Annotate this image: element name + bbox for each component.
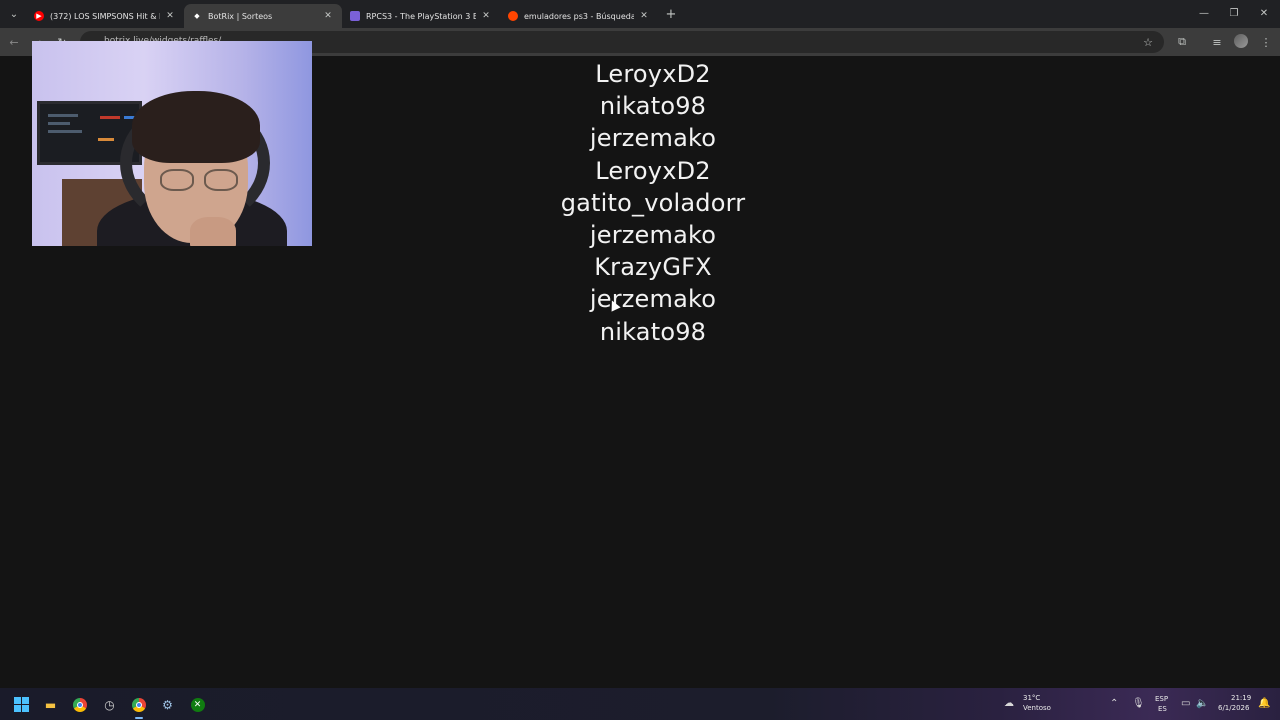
tab-search-button[interactable]: ⌄ (4, 5, 24, 23)
tab-title: BotRix | Sorteos (208, 11, 273, 21)
new-tab-button[interactable]: + (663, 6, 679, 22)
tab-botrix[interactable]: ◆ BotRix | Sorteos ✕ (184, 4, 342, 28)
screen: ⌄ ▶ (372) LOS SIMPSONS Hit & Run ✕ ◆ Bot… (0, 0, 1280, 720)
raffle-entry: jerzemako (589, 220, 717, 249)
tab-youtube[interactable]: ▶ (372) LOS SIMPSONS Hit & Run ✕ (26, 4, 184, 28)
close-icon[interactable]: ✕ (480, 10, 492, 22)
minimize-icon: — (1199, 7, 1209, 19)
tab-title: emuladores ps3 - Búsqueda de (524, 11, 634, 21)
person-hand (190, 217, 236, 246)
back-button[interactable]: ← (6, 34, 22, 50)
close-icon[interactable]: ✕ (164, 10, 176, 22)
media-queue-icon: ≡ (1212, 35, 1222, 49)
raffle-entry: jerzemako (589, 124, 717, 153)
folder-icon: ▬ (44, 697, 57, 712)
star-icon: ☆ (1143, 35, 1153, 49)
glasses-lens-right (204, 169, 238, 191)
weather-icon: ☁ (1004, 698, 1014, 709)
windows-icon (14, 697, 29, 712)
clock-icon: ◷ (104, 697, 115, 712)
tab-rpcs3[interactable]: RPCS3 - The PlayStation 3 Emu ✕ (342, 4, 500, 28)
speaker-icon[interactable]: 🔈 (1196, 698, 1208, 709)
raffle-entry: gatito_voladorr (560, 188, 746, 217)
steam-icon: ⚙ (162, 697, 173, 712)
chrome-icon (131, 697, 146, 712)
microphone-icon[interactable]: 🎙 (1132, 698, 1145, 709)
clock-time[interactable]: 21:19 (1231, 694, 1251, 703)
raffle-entry: nikato98 (599, 317, 707, 346)
clock-date[interactable]: 6/1/2026 (1218, 704, 1249, 713)
close-icon[interactable]: ✕ (322, 10, 334, 22)
chevron-up-icon[interactable]: ⌃ (1110, 698, 1118, 709)
webcam-overlay (32, 41, 312, 246)
notification-bell-icon[interactable]: 🔔 (1258, 698, 1270, 709)
close-window-button[interactable]: ✕ (1252, 4, 1276, 22)
arrow-left-icon: ← (9, 35, 19, 49)
browser-tab-strip: ⌄ ▶ (372) LOS SIMPSONS Hit & Run ✕ ◆ Bot… (0, 0, 1280, 28)
close-icon[interactable]: ✕ (638, 10, 650, 22)
weather-desc[interactable]: Ventoso (1023, 704, 1051, 713)
raffle-entry: KrazyGFX (594, 253, 712, 282)
language-bottom[interactable]: ES (1158, 705, 1167, 714)
plus-icon: + (665, 6, 677, 22)
more-vertical-icon: ⋮ (1260, 35, 1272, 49)
close-icon: ✕ (1259, 7, 1269, 19)
xbox-button[interactable]: ✕ (189, 696, 206, 713)
chrome-taskbar-button[interactable] (71, 696, 88, 713)
botrix-icon: ◆ (194, 12, 200, 20)
raffle-entry: nikato98 (599, 92, 707, 121)
reddit-icon (508, 11, 518, 21)
app-button[interactable]: ◷ (101, 696, 118, 713)
steam-button[interactable]: ⚙ (159, 696, 176, 713)
tab-reddit[interactable]: emuladores ps3 - Búsqueda de ✕ (500, 4, 658, 28)
raffle-entry: LeroyxD2 (595, 156, 711, 185)
start-button[interactable] (13, 696, 30, 713)
chrome-icon (72, 697, 87, 712)
chevron-down-icon: ⌄ (9, 8, 19, 20)
weather-temp[interactable]: 31°C (1023, 694, 1040, 703)
bookmark-button[interactable]: ☆ (1140, 34, 1156, 50)
youtube-icon: ▶ (34, 11, 44, 21)
menu-button[interactable]: ⋮ (1258, 34, 1274, 50)
person-hair (132, 91, 260, 163)
raffle-entry: LeroyxD2 (595, 60, 711, 88)
network-icon[interactable]: ▭ (1181, 698, 1190, 709)
profile-avatar[interactable] (1234, 34, 1248, 48)
glasses-lens-left (160, 169, 194, 191)
chrome-active-button[interactable] (130, 696, 147, 719)
minimize-button[interactable]: — (1192, 4, 1216, 22)
rpcs3-icon (350, 11, 360, 21)
taskbar: ▬ ◷ ⚙ ✕ ☁ 31°C Ventoso ⌃ 🎙 ESP ES ▭ 🔈 21… (0, 688, 1280, 720)
restore-button[interactable]: ❐ (1222, 4, 1246, 22)
tab-title: (372) LOS SIMPSONS Hit & Run (50, 11, 160, 21)
restore-icon: ❐ (1229, 7, 1239, 19)
raffle-entry: jerzemako (589, 285, 717, 314)
puzzle-icon: ⧉ (1178, 35, 1186, 48)
media-control-button[interactable]: ≡ (1209, 34, 1225, 50)
extensions-button[interactable]: ⧉ (1174, 34, 1190, 50)
tab-title: RPCS3 - The PlayStation 3 Emu (366, 11, 476, 21)
raffle-name-list: LeroyxD2 nikato98 jerzemako LeroyxD2 gat… (453, 58, 853, 348)
language-top[interactable]: ESP (1155, 695, 1168, 704)
xbox-icon: ✕ (190, 697, 205, 712)
file-explorer-button[interactable]: ▬ (42, 696, 59, 713)
